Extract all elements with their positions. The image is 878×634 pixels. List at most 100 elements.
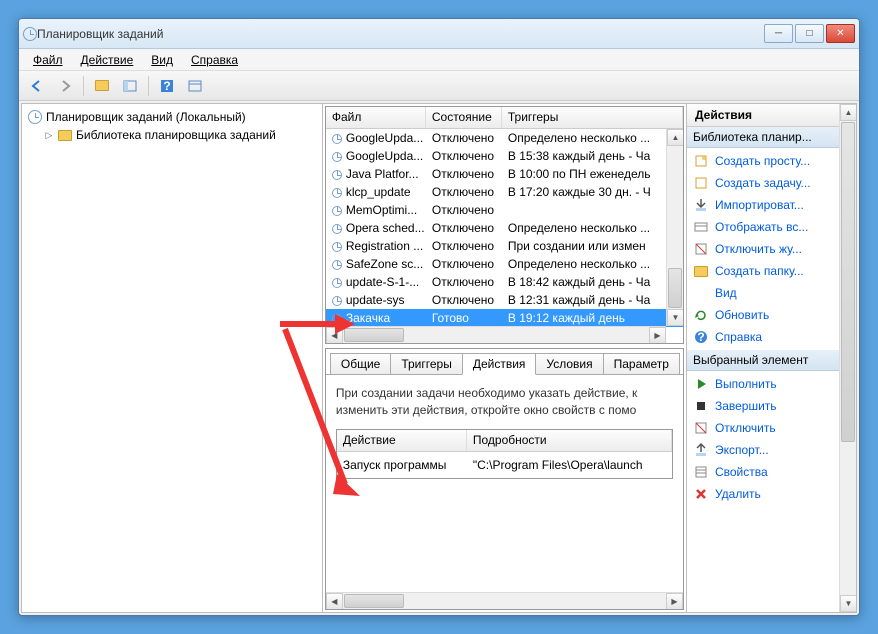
details-scrollbar-h[interactable]: ◀ ▶: [326, 592, 683, 609]
action-help[interactable]: ?Справка: [687, 326, 856, 348]
task-row[interactable]: update-S-1-...ОтключеноВ 18:42 каждый де…: [326, 273, 683, 291]
action-refresh[interactable]: Обновить: [687, 304, 856, 326]
action-props[interactable]: Свойства: [687, 461, 856, 483]
col-file[interactable]: Файл: [326, 107, 426, 128]
task-row[interactable]: Java Platfor...ОтключеноВ 10:00 по ПН еж…: [326, 165, 683, 183]
task-row[interactable]: Opera sched...ОтключеноОпределено нескол…: [326, 219, 683, 237]
folder-icon: [693, 263, 709, 279]
task-list-body[interactable]: GoogleUpda...ОтключеноОпределено несколь…: [326, 129, 683, 343]
task-row[interactable]: GoogleUpda...ОтключеноВ 15:38 каждый ден…: [326, 147, 683, 165]
action-task[interactable]: Создать задачу...: [687, 172, 856, 194]
scrollbar-vertical[interactable]: ▲ ▼: [666, 129, 683, 326]
scrollbar-horizontal[interactable]: ◀ ▶: [326, 326, 666, 343]
wizard-icon: [693, 153, 709, 169]
action-label: Свойства: [715, 465, 768, 479]
show-hide-tree-button[interactable]: [118, 74, 142, 98]
col-triggers[interactable]: Триггеры: [502, 107, 683, 128]
minimize-button[interactable]: ─: [764, 24, 793, 43]
action-display[interactable]: Отображать вс...: [687, 216, 856, 238]
task-row[interactable]: Registration ...ОтключеноПри создании ил…: [326, 237, 683, 255]
menu-view[interactable]: Вид: [143, 51, 181, 69]
scroll-down-icon[interactable]: ▼: [667, 309, 684, 326]
export-icon: [693, 442, 709, 458]
action-label: Создать просту...: [715, 154, 810, 168]
display-icon: [693, 219, 709, 235]
task-row[interactable]: update-sysОтключеноВ 12:31 каждый день -…: [326, 291, 683, 309]
tab-actions[interactable]: Действия: [462, 353, 537, 375]
action-row[interactable]: Запуск программы "C:\Program Files\Opera…: [337, 452, 672, 478]
task-row[interactable]: ЗакачкаГотовоВ 19:12 каждый день: [326, 309, 683, 327]
menu-file[interactable]: Файл: [25, 51, 71, 69]
scroll-thumb[interactable]: [841, 122, 855, 442]
help-button[interactable]: ?: [155, 74, 179, 98]
task-trigger: В 18:42 каждый день - Ча: [502, 275, 683, 289]
forward-button[interactable]: [53, 74, 77, 98]
tab-general[interactable]: Общие: [330, 353, 391, 374]
action-label: Отображать вс...: [715, 220, 808, 234]
task-row[interactable]: SafeZone sc...ОтключеноОпределено нескол…: [326, 255, 683, 273]
scroll-right-icon[interactable]: ▶: [666, 593, 683, 610]
action-disable[interactable]: Отключить жу...: [687, 238, 856, 260]
client-area: Планировщик заданий (Локальный) ▷ Библио…: [21, 103, 857, 613]
task-name: Java Platfor...: [326, 167, 426, 181]
scroll-left-icon[interactable]: ◀: [326, 593, 343, 610]
col-state[interactable]: Состояние: [426, 107, 502, 128]
section-selected[interactable]: Выбранный элемент ▲: [687, 350, 856, 371]
maximize-button[interactable]: □: [795, 24, 824, 43]
section-library[interactable]: Библиотека планир... ▲: [687, 127, 856, 148]
action-label: Экспорт...: [715, 443, 769, 457]
scroll-up-icon[interactable]: ▲: [667, 129, 684, 146]
menu-help[interactable]: Справка: [183, 51, 246, 69]
scroll-thumb[interactable]: [668, 268, 682, 308]
task-trigger: В 10:00 по ПН еженедель: [502, 167, 683, 181]
action-import[interactable]: Импортироват...: [687, 194, 856, 216]
folder-icon: [58, 130, 72, 141]
task-state: Готово: [426, 311, 502, 325]
task-row[interactable]: GoogleUpda...ОтключеноОпределено несколь…: [326, 129, 683, 147]
scroll-left-icon[interactable]: ◀: [326, 327, 343, 344]
clock-icon: [28, 110, 42, 124]
action-table: Действие Подробности Запуск программы "C…: [336, 429, 673, 479]
svg-text:?: ?: [697, 330, 704, 344]
action-label: Создать задачу...: [715, 176, 811, 190]
task-row[interactable]: klcp_updateОтключеноВ 17:20 каждые 30 дн…: [326, 183, 683, 201]
task-name: MemOptimi...: [326, 203, 426, 217]
scroll-thumb-h[interactable]: [344, 328, 404, 342]
task-name: update-sys: [326, 293, 426, 307]
tab-settings[interactable]: Параметр: [603, 353, 680, 374]
task-state: Отключено: [426, 221, 502, 235]
delete-icon: [693, 486, 709, 502]
scroll-up-icon[interactable]: ▲: [840, 104, 857, 121]
action-view[interactable]: Вид▸: [687, 282, 856, 304]
action-end[interactable]: Завершить: [687, 395, 856, 417]
action-disable[interactable]: Отключить: [687, 417, 856, 439]
col-action[interactable]: Действие: [337, 430, 467, 451]
action-export[interactable]: Экспорт...: [687, 439, 856, 461]
toolbar: ?: [19, 71, 859, 101]
tab-conditions[interactable]: Условия: [535, 353, 603, 374]
actions-hint: При создании задачи необходимо указать д…: [336, 385, 673, 419]
close-button[interactable]: ✕: [826, 24, 855, 43]
scroll-thumb[interactable]: [344, 594, 404, 608]
tree-library[interactable]: ▷ Библиотека планировщика заданий: [26, 126, 318, 144]
scroll-right-icon[interactable]: ▶: [649, 327, 666, 344]
scroll-down-icon[interactable]: ▼: [840, 595, 857, 612]
expander-icon[interactable]: ▷: [44, 130, 54, 140]
task-state: Отключено: [426, 275, 502, 289]
menu-action[interactable]: Действие: [73, 51, 142, 69]
properties-button[interactable]: [183, 74, 207, 98]
action-run[interactable]: Выполнить: [687, 373, 856, 395]
disable-icon: [693, 420, 709, 436]
tree-root[interactable]: Планировщик заданий (Локальный): [26, 108, 318, 126]
titlebar[interactable]: Планировщик заданий ─ □ ✕: [19, 19, 859, 49]
actions-scrollbar[interactable]: ▲ ▼: [839, 104, 856, 612]
action-folder[interactable]: Создать папку...: [687, 260, 856, 282]
action-wizard[interactable]: Создать просту...: [687, 150, 856, 172]
action-row-action: Запуск программы: [337, 456, 467, 474]
tab-triggers[interactable]: Триггеры: [390, 353, 463, 374]
col-details[interactable]: Подробности: [467, 430, 672, 451]
back-button[interactable]: [25, 74, 49, 98]
action-delete[interactable]: Удалить: [687, 483, 856, 505]
task-row[interactable]: MemOptimi...Отключено: [326, 201, 683, 219]
up-button[interactable]: [90, 74, 114, 98]
